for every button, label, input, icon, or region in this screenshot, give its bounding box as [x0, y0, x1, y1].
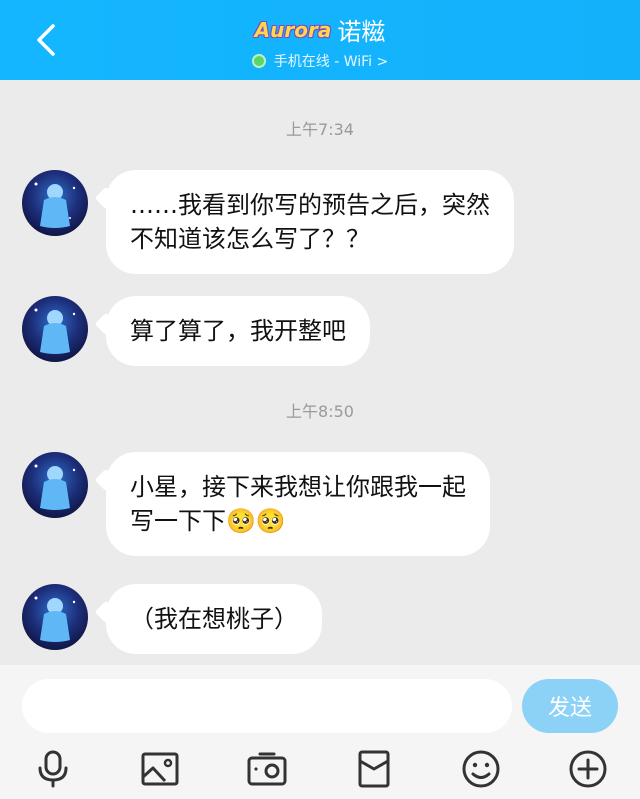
message-text: ……我看到你写的预告之后，突然: [130, 191, 490, 219]
message-input[interactable]: [22, 679, 512, 733]
red-packet-icon: [358, 750, 390, 788]
message-text: 不知道该怎么写了？？: [130, 225, 370, 253]
voice-button[interactable]: [31, 747, 75, 791]
emoji-icon: [462, 750, 500, 788]
message-bubble[interactable]: 算了算了，我开整吧: [106, 296, 370, 366]
send-button[interactable]: 发送: [522, 679, 618, 733]
message-text: （我在想桃子）: [130, 605, 298, 633]
input-bar: 发送: [0, 665, 640, 799]
timestamp: 上午7:34: [286, 120, 354, 139]
camera-button[interactable]: [245, 747, 289, 791]
online-dot-icon: [251, 54, 266, 68]
microphone-icon: [38, 750, 68, 788]
camera-icon: [247, 752, 287, 786]
avatar[interactable]: [22, 584, 88, 650]
message-text: 写一下下🥺🥺: [130, 507, 286, 535]
avatar[interactable]: [22, 170, 88, 236]
image-button[interactable]: [138, 747, 182, 791]
message-text: 算了算了，我开整吧: [130, 317, 346, 345]
message-list[interactable]: 上午7:34 ……我看到你写的预告之后，突然 不知道该怎么写了？？ 算了算了，我…: [0, 80, 640, 665]
status-text: 手机在线 - WiFi >: [273, 54, 389, 70]
online-status[interactable]: 手机在线 - WiFi >: [251, 51, 389, 71]
contact-name: 诺糍: [337, 18, 386, 46]
toolbar: [0, 743, 640, 795]
timestamp: 上午8:50: [286, 402, 354, 421]
emoji-button[interactable]: [459, 747, 503, 791]
plus-icon: [569, 750, 607, 788]
message-bubble[interactable]: 小星，接下来我想让你跟我一起 写一下下🥺🥺: [106, 452, 490, 556]
message-bubble[interactable]: ……我看到你写的预告之后，突然 不知道该怎么写了？？: [106, 170, 514, 274]
avatar[interactable]: [22, 296, 88, 362]
message-text: 小星，接下来我想让你跟我一起: [130, 473, 466, 501]
image-icon: [141, 752, 179, 786]
more-button[interactable]: [566, 747, 610, 791]
header-title-area[interactable]: Aurora 诺糍 手机在线 - WiFi >: [0, 12, 640, 72]
aurora-logo: Aurora: [254, 17, 332, 42]
message-bubble[interactable]: （我在想桃子）: [106, 584, 322, 654]
chat-header: Aurora 诺糍 手机在线 - WiFi >: [0, 0, 640, 80]
avatar[interactable]: [22, 452, 88, 518]
red-packet-button[interactable]: [352, 747, 396, 791]
